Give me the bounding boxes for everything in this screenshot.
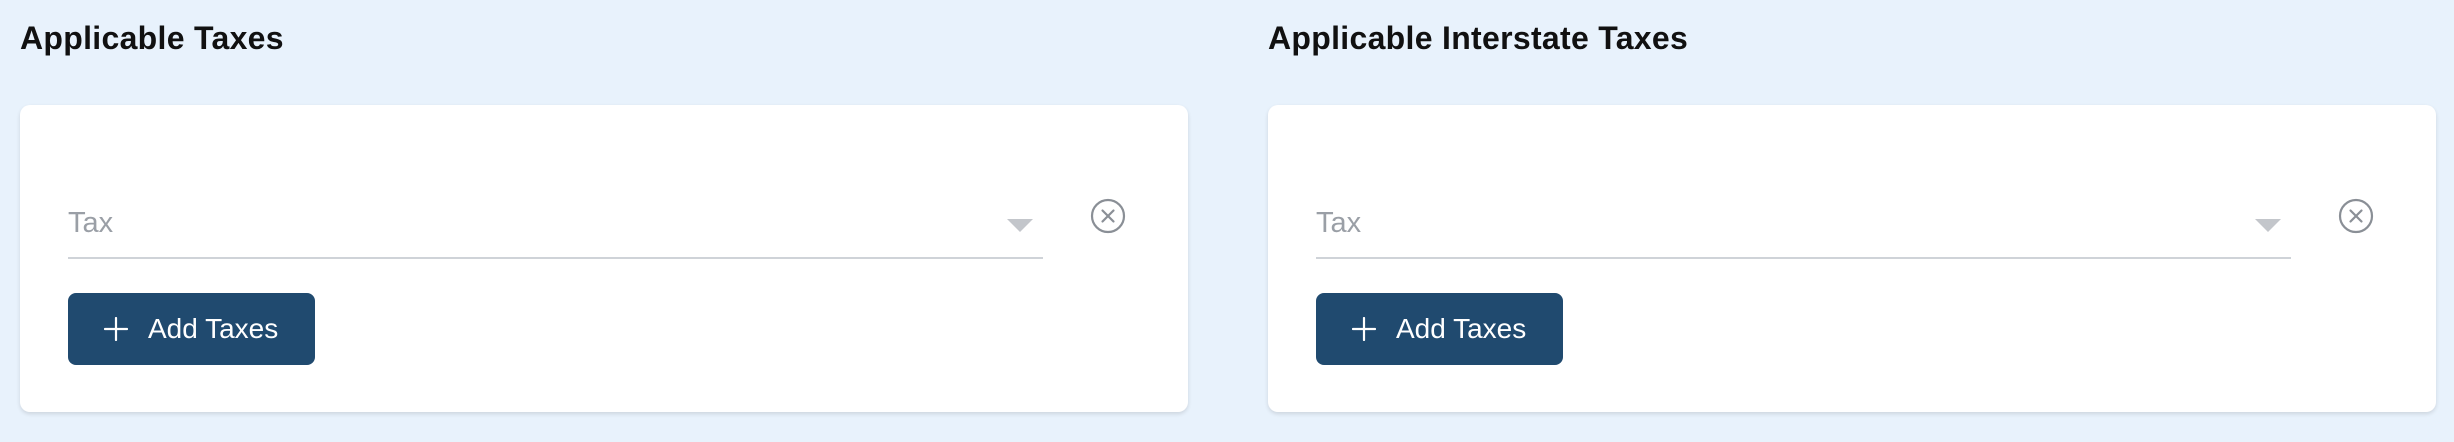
plus-icon <box>1352 317 1376 341</box>
plus-icon <box>104 317 128 341</box>
add-taxes-label: Add Taxes <box>148 313 279 344</box>
chevron-down-icon[interactable] <box>1007 219 1033 232</box>
add-taxes-label: Add Taxes <box>1396 313 1527 344</box>
tax-select[interactable]: Tax <box>1316 191 2291 259</box>
add-taxes-button[interactable]: Add Taxes <box>1316 293 1563 365</box>
tax-select[interactable]: Tax <box>68 191 1043 259</box>
add-taxes-button[interactable]: Add Taxes <box>68 293 315 365</box>
tax-select-placeholder: Tax <box>1316 207 1362 239</box>
section-title: Applicable Interstate Taxes <box>1268 20 1689 56</box>
interstate-taxes-card: Tax Add Taxes <box>1268 105 2436 412</box>
close-circle-icon[interactable] <box>1090 198 1126 234</box>
section-title: Applicable Taxes <box>20 20 284 56</box>
taxes-card: Tax Add Taxes <box>20 105 1188 412</box>
close-circle-icon[interactable] <box>2338 198 2374 234</box>
chevron-down-icon[interactable] <box>2255 219 2281 232</box>
tax-select-placeholder: Tax <box>68 207 114 239</box>
